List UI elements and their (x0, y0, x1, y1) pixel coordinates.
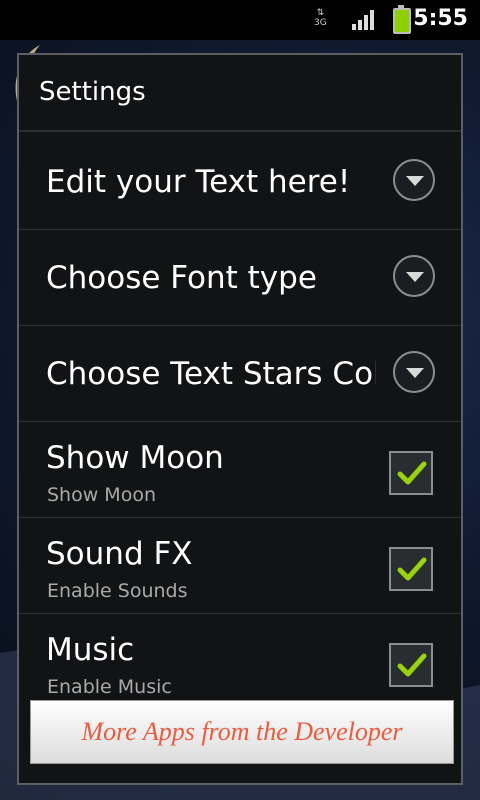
setting-subtitle: Show Moon (47, 484, 156, 506)
check-icon (397, 461, 427, 485)
setting-title: Sound FX (46, 536, 193, 572)
music-checkbox[interactable] (389, 643, 433, 687)
setting-sound-fx[interactable]: Sound FX Enable Sounds (19, 518, 461, 614)
setting-show-moon[interactable]: Show Moon Show Moon (19, 422, 461, 518)
setting-subtitle: Enable Music (47, 676, 172, 698)
setting-subtitle: Enable Sounds (47, 580, 188, 602)
dropdown-arrow-icon[interactable] (393, 255, 435, 297)
setting-font-type[interactable]: Choose Font type (19, 230, 461, 326)
signal-icon (352, 10, 374, 30)
battery-icon (393, 5, 411, 34)
more-apps-button[interactable]: More Apps from the Developer (30, 700, 454, 764)
network-3g-icon: ⇅ 3G (314, 8, 327, 28)
setting-title: Choose Text Stars Colo (46, 356, 376, 392)
dropdown-arrow-icon[interactable] (393, 351, 435, 393)
setting-title: Edit your Text here! (46, 164, 351, 200)
title-divider (19, 130, 461, 132)
sound-fx-checkbox[interactable] (389, 547, 433, 591)
more-apps-label: More Apps from the Developer (81, 717, 403, 746)
clock: 5:55 (413, 6, 468, 31)
dropdown-arrow-icon[interactable] (393, 159, 435, 201)
setting-title: Music (46, 632, 135, 668)
settings-dialog: Settings Edit your Text here! Choose Fon… (17, 53, 463, 785)
setting-title: Show Moon (46, 440, 224, 476)
setting-title: Choose Font type (46, 260, 317, 296)
setting-edit-text[interactable]: Edit your Text here! (19, 134, 461, 230)
dialog-title: Settings (39, 77, 146, 107)
check-icon (397, 653, 427, 677)
show-moon-checkbox[interactable] (389, 451, 433, 495)
setting-music[interactable]: Music Enable Music (19, 614, 461, 710)
status-bar: ⇅ 3G 5:55 (0, 0, 480, 40)
setting-text-stars-color[interactable]: Choose Text Stars Colo (19, 326, 461, 422)
check-icon (397, 557, 427, 581)
